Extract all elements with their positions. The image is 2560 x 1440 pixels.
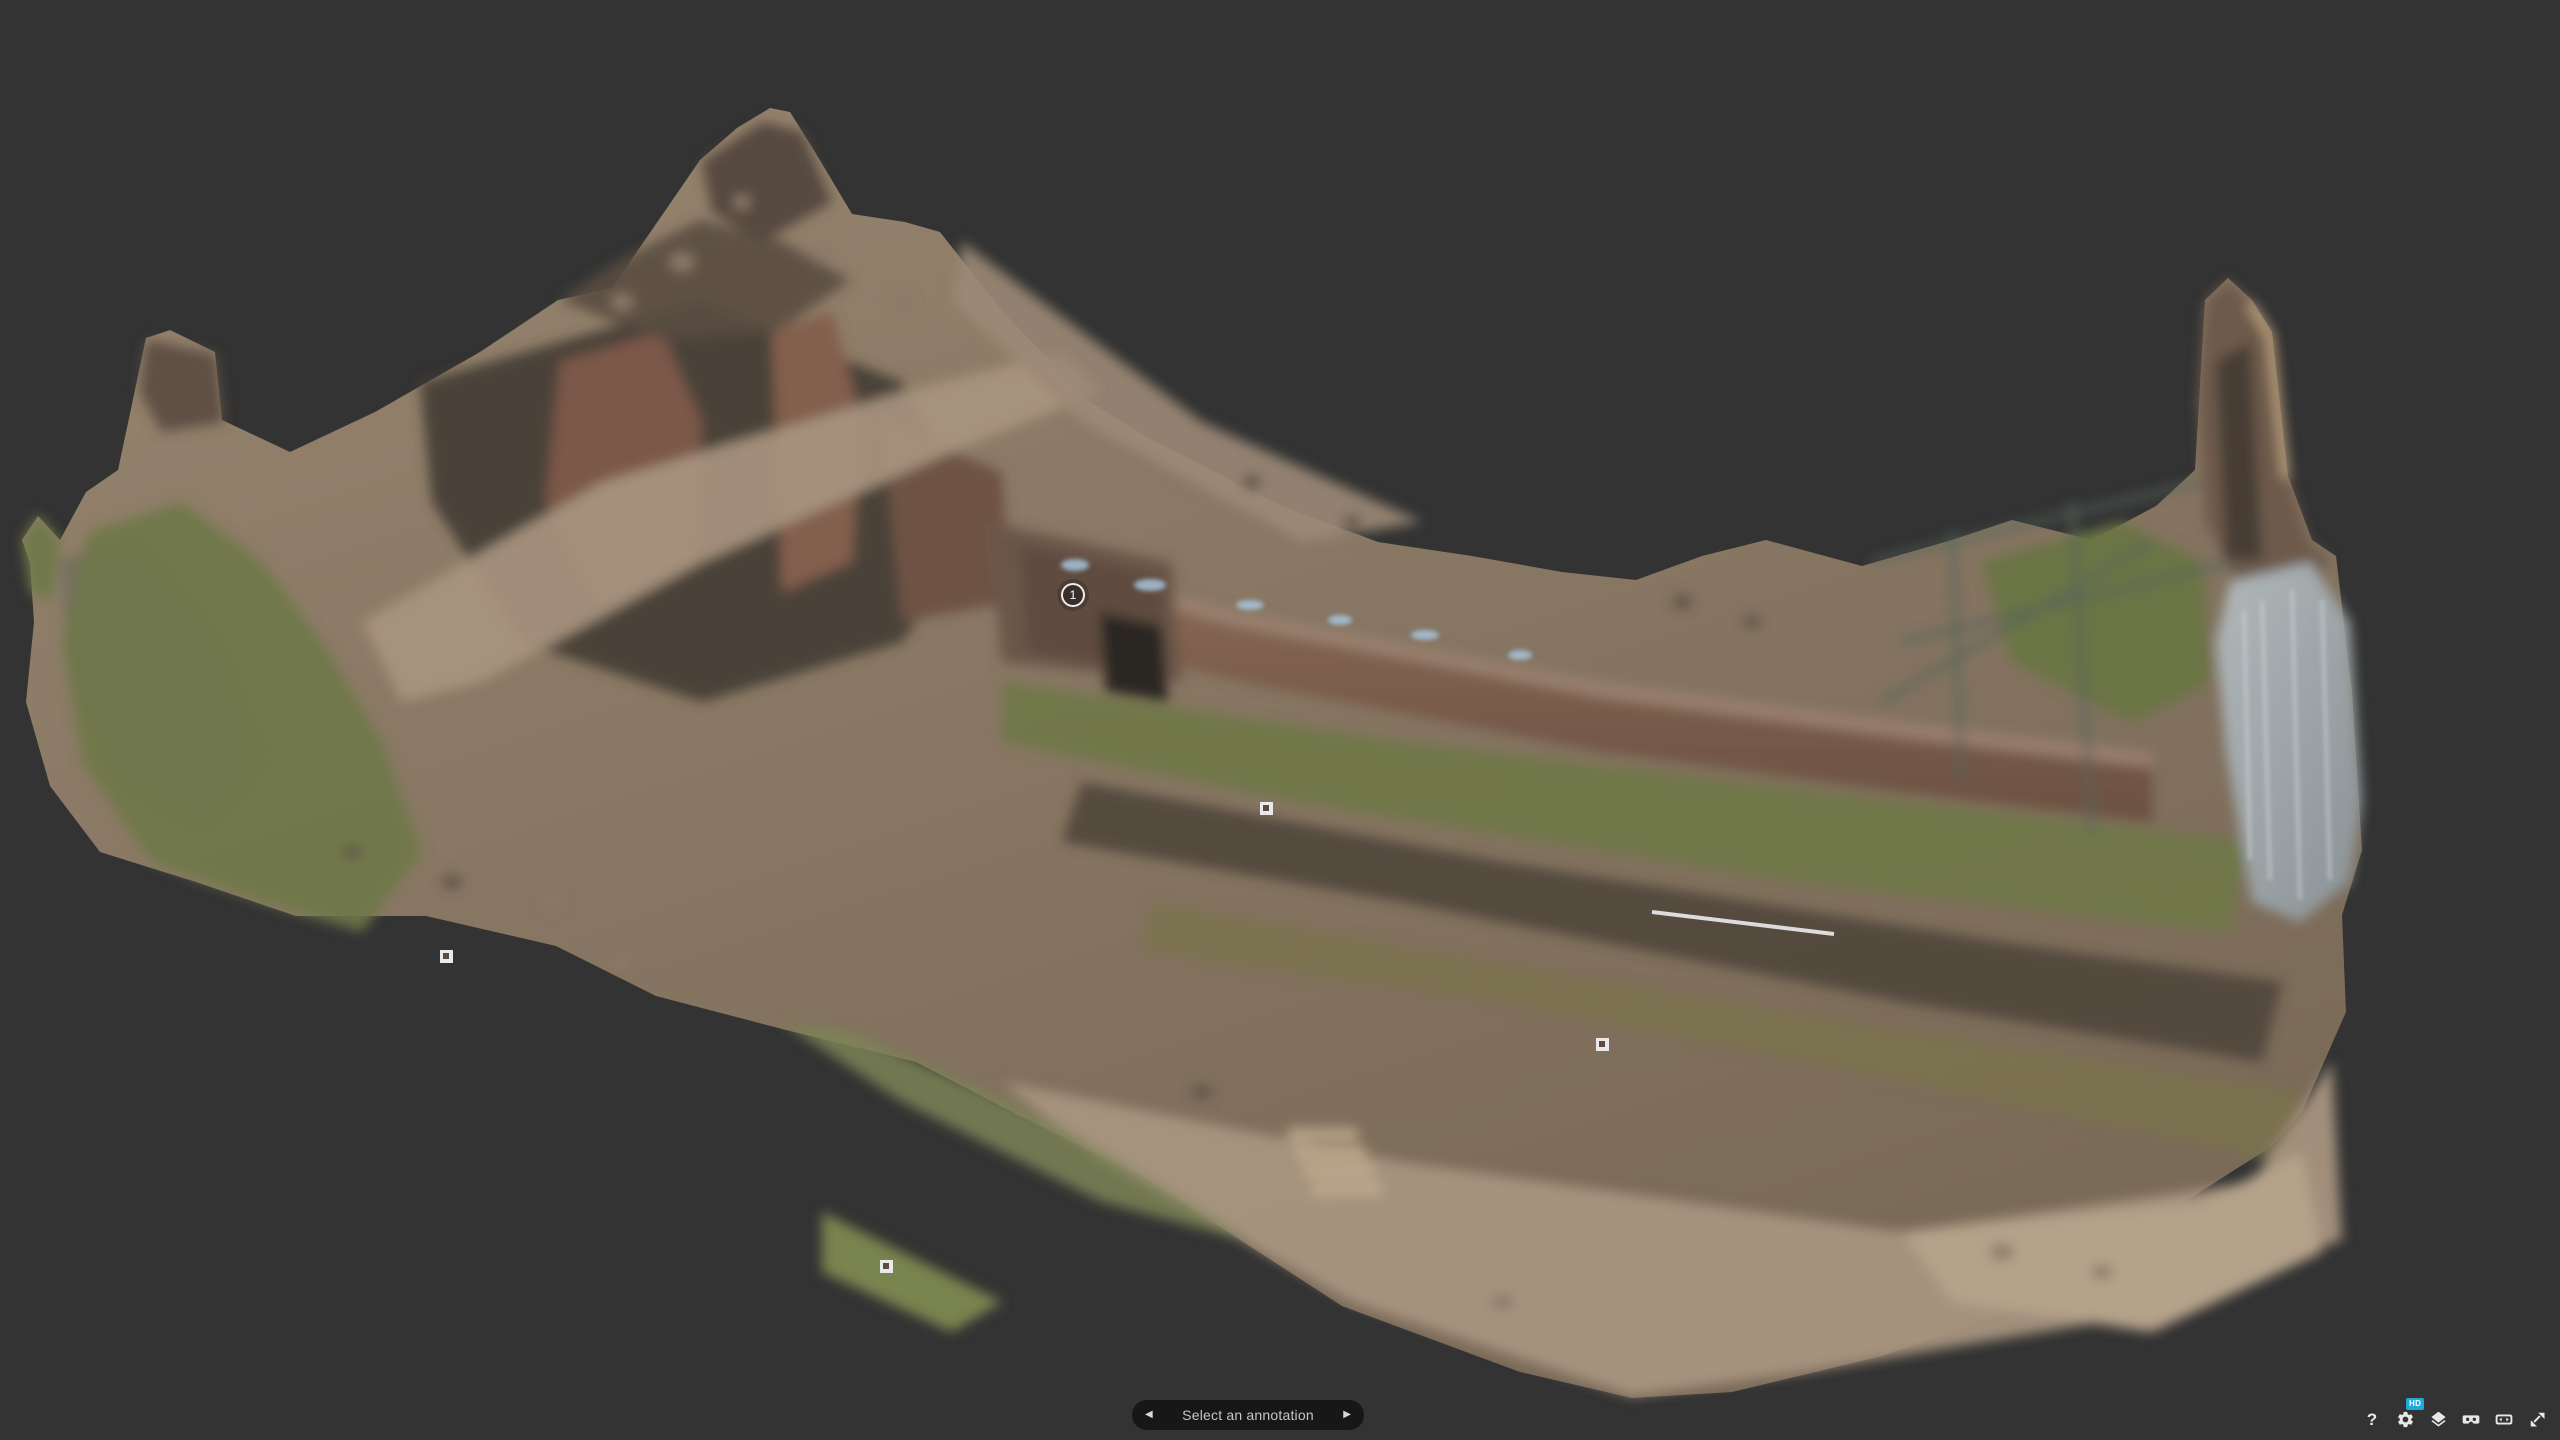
next-arrow-icon: ▶ <box>1343 1409 1351 1420</box>
viewer-stage: 1 ◀ Select an annotation ▶ ? HD <box>0 0 2560 1440</box>
annotation-prev-button[interactable]: ◀ <box>1145 1410 1153 1420</box>
fullscreen-icon <box>2527 1409 2547 1429</box>
annotation-selector-label: Select an annotation <box>1182 1407 1314 1423</box>
annotation-selector[interactable]: ◀ Select an annotation ▶ <box>1132 1400 1364 1430</box>
help-icon: ? <box>2367 1411 2377 1428</box>
model-render <box>0 0 2560 1440</box>
3d-viewport[interactable]: 1 <box>0 0 2560 1440</box>
grass-patch-bottom <box>822 1212 1002 1332</box>
theater-mode-icon <box>2494 1409 2514 1430</box>
gear-icon <box>2396 1410 2415 1429</box>
settings-button[interactable]: HD <box>2395 1409 2415 1429</box>
annotation-marker-1[interactable]: 1 <box>1061 583 1085 607</box>
help-button[interactable]: ? <box>2362 1409 2382 1429</box>
theater-mode-button[interactable] <box>2494 1409 2514 1429</box>
annotation-next-button[interactable]: ▶ <box>1343 1410 1351 1420</box>
gatehouse-doorway <box>1100 612 1168 702</box>
vr-button[interactable] <box>2461 1409 2481 1429</box>
annotation-number: 1 <box>1063 585 1083 605</box>
vr-headset-icon <box>2461 1409 2481 1430</box>
layers-icon <box>2429 1410 2448 1429</box>
prev-arrow-icon: ◀ <box>1145 1409 1153 1420</box>
fullscreen-button[interactable] <box>2527 1409 2547 1429</box>
viewer-toolbar: ? HD <box>2362 1409 2547 1429</box>
inspector-button[interactable] <box>2428 1409 2448 1429</box>
hd-badge: HD <box>2406 1398 2424 1410</box>
